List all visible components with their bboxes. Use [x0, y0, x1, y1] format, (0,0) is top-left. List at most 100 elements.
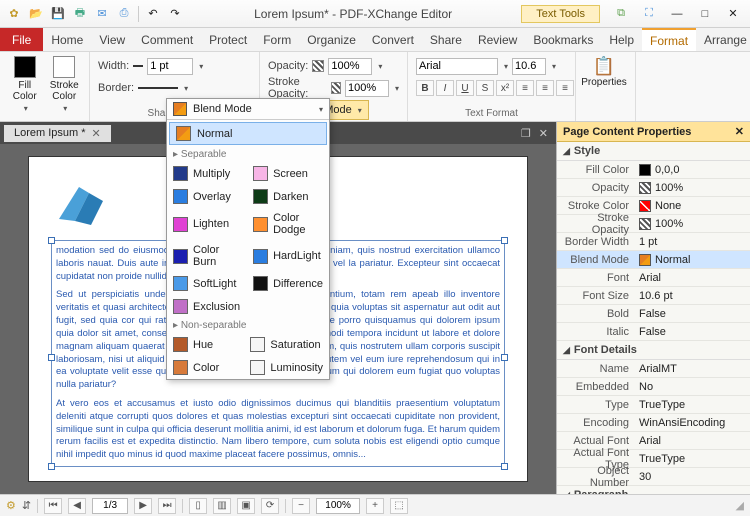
- minimize-button[interactable]: —: [664, 4, 690, 24]
- align-left-button[interactable]: ≡: [516, 80, 534, 96]
- open-icon[interactable]: 📂: [26, 4, 46, 24]
- props-section[interactable]: ◢Font Details: [557, 341, 750, 360]
- ui-options-icon[interactable]: ⧉: [608, 4, 634, 24]
- props-row[interactable]: Opacity100%: [557, 179, 750, 197]
- props-row[interactable]: Font Size10.6 pt: [557, 287, 750, 305]
- resize-grip-icon[interactable]: ◢: [736, 499, 744, 512]
- selection-handle[interactable]: [48, 354, 55, 361]
- stroke-color-button[interactable]: Stroke Color: [48, 56, 82, 114]
- bold-button[interactable]: B: [416, 80, 434, 96]
- close-button[interactable]: ✕: [720, 4, 746, 24]
- prev-page-button[interactable]: ◀: [68, 498, 86, 514]
- layout-facing-button[interactable]: ▣: [237, 498, 255, 514]
- props-row[interactable]: TypeTrueType: [557, 396, 750, 414]
- chevron-down-icon[interactable]: [376, 60, 382, 72]
- menu-tab-format[interactable]: Format: [642, 28, 696, 51]
- props-row[interactable]: Blend ModeNormal: [557, 251, 750, 269]
- undo-icon[interactable]: ↶: [143, 4, 163, 24]
- document-tab[interactable]: Lorem Ipsum *✕: [4, 125, 111, 142]
- blend-item-luminosity[interactable]: Luminosity: [244, 356, 329, 379]
- font-size-input[interactable]: [512, 58, 546, 75]
- print-icon[interactable]: 🖶: [70, 4, 90, 24]
- maximize-button[interactable]: □: [692, 4, 718, 24]
- props-row[interactable]: NameArialMT: [557, 360, 750, 378]
- chevron-down-icon[interactable]: [197, 60, 203, 72]
- chevron-down-icon[interactable]: [502, 60, 508, 72]
- stroke-opacity-input[interactable]: [345, 80, 389, 97]
- selection-handle[interactable]: [48, 463, 55, 470]
- chevron-down-icon[interactable]: [182, 82, 188, 94]
- props-row[interactable]: Fill Color0,0,0: [557, 161, 750, 179]
- blend-item-lighten[interactable]: Lighten: [167, 208, 247, 240]
- blend-item-softlight[interactable]: SoftLight: [167, 272, 247, 295]
- zoom-fit-button[interactable]: ⬚: [390, 498, 408, 514]
- menu-tab-view[interactable]: View: [91, 28, 133, 51]
- align-center-button[interactable]: ≡: [536, 80, 554, 96]
- props-row[interactable]: BoldFalse: [557, 305, 750, 323]
- props-row[interactable]: EncodingWinAnsiEncoding: [557, 414, 750, 432]
- opacity-input[interactable]: [328, 58, 372, 75]
- last-page-button[interactable]: ⏭: [158, 498, 176, 514]
- redo-icon[interactable]: ↷: [165, 4, 185, 24]
- menu-tab-organize[interactable]: Organize: [299, 28, 364, 51]
- save-icon[interactable]: 💾: [48, 4, 68, 24]
- app-menu-icon[interactable]: ✿: [4, 4, 24, 24]
- menu-tab-comment[interactable]: Comment: [133, 28, 201, 51]
- menu-tab-convert[interactable]: Convert: [364, 28, 422, 51]
- strike-button[interactable]: S: [476, 80, 494, 96]
- zoom-in-button[interactable]: +: [366, 498, 384, 514]
- blend-item-normal[interactable]: Normal: [169, 122, 327, 145]
- email-icon[interactable]: ✉: [92, 4, 112, 24]
- italic-button[interactable]: I: [436, 80, 454, 96]
- props-row[interactable]: Stroke Opacity100%: [557, 215, 750, 233]
- menu-tab-help[interactable]: Help: [601, 28, 642, 51]
- menu-tab-home[interactable]: Home: [43, 28, 91, 51]
- restore-pane-icon[interactable]: ❐: [517, 127, 535, 140]
- selection-handle[interactable]: [501, 237, 508, 244]
- chevron-down-icon[interactable]: [550, 60, 556, 72]
- close-properties-icon[interactable]: ✕: [735, 125, 744, 138]
- file-tab[interactable]: File: [0, 28, 43, 51]
- layout-continuous-button[interactable]: ▥: [213, 498, 231, 514]
- props-row[interactable]: ItalicFalse: [557, 323, 750, 341]
- blend-item-screen[interactable]: Screen: [247, 162, 329, 185]
- props-section[interactable]: ◢Style: [557, 142, 750, 161]
- zoom-input[interactable]: [316, 498, 360, 514]
- menu-tab-review[interactable]: Review: [470, 28, 525, 51]
- next-page-button[interactable]: ▶: [134, 498, 152, 514]
- menu-tab-share[interactable]: Share: [422, 28, 470, 51]
- blend-item-difference[interactable]: Difference: [247, 272, 329, 295]
- menu-tab-form[interactable]: Form: [255, 28, 299, 51]
- props-row[interactable]: Object Number30: [557, 468, 750, 486]
- selection-handle[interactable]: [501, 354, 508, 361]
- props-row[interactable]: FontArial: [557, 269, 750, 287]
- properties-button[interactable]: 📋 Properties: [584, 56, 624, 88]
- blend-item-exclusion[interactable]: Exclusion: [167, 295, 247, 318]
- menu-tab-bookmarks[interactable]: Bookmarks: [525, 28, 601, 51]
- menu-tab-protect[interactable]: Protect: [201, 28, 255, 51]
- blend-item-hardlight[interactable]: HardLight: [247, 240, 329, 272]
- selection-handle[interactable]: [501, 463, 508, 470]
- rotate-button[interactable]: ⟳: [261, 498, 279, 514]
- props-row[interactable]: Border Width1 pt: [557, 233, 750, 251]
- launch-icon[interactable]: ⛶: [636, 4, 662, 24]
- close-pane-icon[interactable]: ✕: [535, 127, 552, 140]
- menu-tab-arrange[interactable]: Arrange: [696, 28, 750, 51]
- blend-item-multiply[interactable]: Multiply: [167, 162, 247, 185]
- width-input[interactable]: [147, 58, 193, 75]
- blend-item-overlay[interactable]: Overlay: [167, 185, 247, 208]
- selection-handle[interactable]: [48, 237, 55, 244]
- chevron-down-icon[interactable]: [393, 82, 399, 94]
- superscript-button[interactable]: x²: [496, 80, 514, 96]
- font-name-input[interactable]: [416, 58, 498, 75]
- blend-item-color[interactable]: Color: [167, 356, 244, 379]
- options-icon[interactable]: ⚙: [6, 499, 16, 512]
- layout-single-button[interactable]: ▯: [189, 498, 207, 514]
- page-input[interactable]: [92, 498, 128, 514]
- props-row[interactable]: EmbeddedNo: [557, 378, 750, 396]
- fill-color-button[interactable]: Fill Color: [8, 56, 42, 114]
- zoom-out-button[interactable]: −: [292, 498, 310, 514]
- blend-item-saturation[interactable]: Saturation: [244, 333, 329, 356]
- scan-icon[interactable]: ⎙: [114, 4, 134, 24]
- close-tab-icon[interactable]: ✕: [92, 127, 101, 140]
